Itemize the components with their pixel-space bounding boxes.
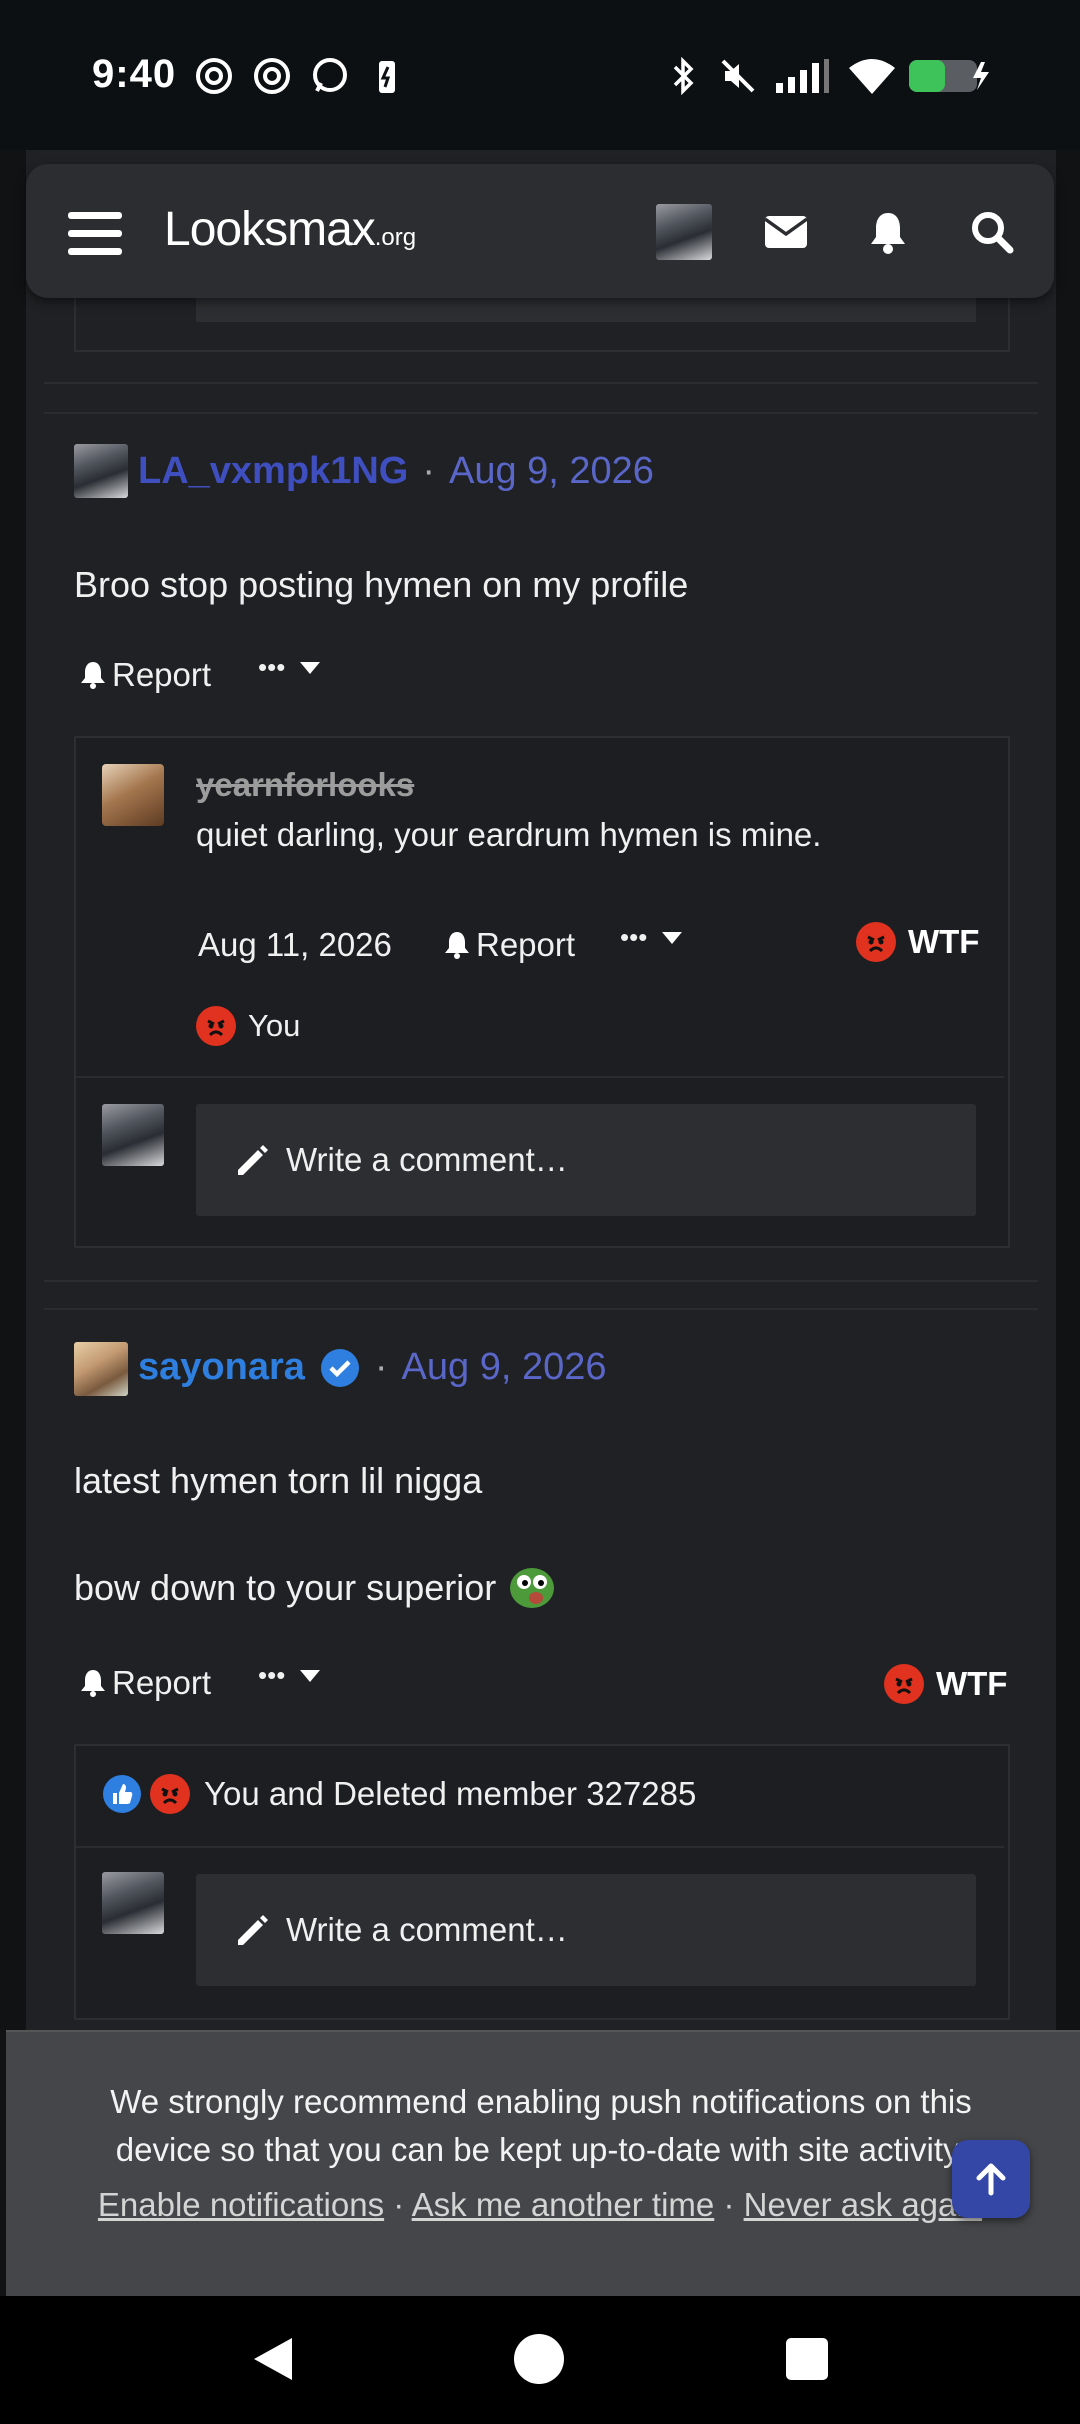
angry-reaction-icon: [856, 922, 896, 962]
previous-post-box: [74, 290, 1010, 352]
recents-icon[interactable]: [786, 2338, 828, 2380]
user-avatar[interactable]: [656, 204, 712, 260]
post-body-line: bow down to your superior: [74, 1566, 556, 1610]
bell-icon[interactable]: [858, 202, 918, 262]
post-body: Broo stop posting hymen on my profile: [74, 564, 689, 605]
report-button[interactable]: Report: [80, 1664, 211, 1702]
threads-icon: [250, 56, 294, 96]
mail-icon[interactable]: [756, 202, 816, 262]
enable-notifications-link[interactable]: Enable notifications: [98, 2186, 384, 2223]
divider: [44, 412, 1038, 414]
search-icon[interactable]: [962, 202, 1022, 262]
more-options-button[interactable]: •••: [258, 1660, 321, 1691]
arrow-up-icon: [976, 2163, 1006, 2196]
commenter-avatar: [102, 1104, 164, 1166]
comment-text: quiet darling, your eardrum hymen is min…: [196, 816, 822, 853]
comment-reaction[interactable]: WTF: [856, 922, 979, 962]
chevron-down-icon: [662, 931, 683, 944]
report-button[interactable]: Report: [80, 656, 211, 694]
divider: [44, 1308, 1038, 1310]
divider: [44, 1280, 1038, 1282]
status-time: 9:40: [92, 52, 177, 96]
write-comment-input[interactable]: Write a comment…: [196, 1104, 976, 1216]
commenter-avatar: [102, 1872, 164, 1934]
post-meta: sayonara · Aug 9, 2026: [138, 1346, 607, 1389]
post-reaction[interactable]: WTF: [884, 1664, 1007, 1704]
home-icon[interactable]: [514, 2334, 564, 2384]
bell-icon: [81, 662, 105, 689]
post-username[interactable]: sayonara: [138, 1346, 305, 1389]
pepe-emoji-icon: [510, 1568, 555, 1608]
chevron-down-icon: [300, 661, 321, 674]
reactions-summary[interactable]: You and Deleted member 327285: [102, 1774, 696, 1814]
pencil-icon: [238, 1915, 268, 1945]
signal-icon: [772, 56, 832, 96]
pencil-icon: [238, 1145, 268, 1175]
banner-message: We strongly recommend enabling push noti…: [110, 2083, 972, 2168]
post-date[interactable]: Aug 9, 2026: [449, 450, 654, 493]
divider: [76, 1076, 1004, 1078]
back-icon[interactable]: [248, 2334, 298, 2384]
comment-reactions-summary[interactable]: You: [196, 1006, 300, 1046]
ask-later-link[interactable]: Ask me another time: [412, 2186, 715, 2223]
comment-avatar[interactable]: [102, 764, 164, 826]
angry-reaction-icon: [884, 1664, 924, 1704]
bluetooth-icon: [664, 56, 704, 96]
post-body-line: latest hymen torn lil nigga: [74, 1460, 483, 1501]
post-date[interactable]: Aug 9, 2026: [402, 1346, 607, 1389]
post-author-avatar[interactable]: [74, 1342, 128, 1396]
menu-icon[interactable]: [68, 212, 122, 256]
post-author-avatar[interactable]: [74, 444, 128, 498]
comment-report-button[interactable]: Report: [444, 926, 575, 964]
angry-reaction-icon: [150, 1774, 190, 1814]
verified-badge-icon: [320, 1348, 359, 1387]
threads-icon: [192, 56, 236, 96]
comment-username[interactable]: yearnforlooks: [196, 766, 414, 804]
battery-icon: [906, 56, 992, 96]
site-logo[interactable]: Looksmax.org: [164, 202, 416, 257]
comment-date[interactable]: Aug 11, 2026: [198, 926, 392, 964]
comment-more-button[interactable]: •••: [620, 922, 683, 953]
never-ask-link[interactable]: Never ask again: [744, 2186, 982, 2223]
post-username[interactable]: LA_vxmpk1NG: [138, 450, 408, 493]
bell-icon: [445, 932, 469, 959]
more-options-button[interactable]: •••: [258, 652, 321, 683]
write-comment-input[interactable]: Write a comment…: [196, 1874, 976, 1986]
whatsapp-icon: [308, 56, 352, 96]
chevron-down-icon: [300, 1669, 321, 1682]
post-meta: LA_vxmpk1NG · Aug 9, 2026: [138, 450, 654, 493]
battery-saver-icon: [372, 56, 402, 96]
like-reaction-icon: [103, 1775, 141, 1813]
bell-icon: [81, 1670, 105, 1697]
scroll-to-top-button[interactable]: [952, 2140, 1030, 2218]
divider: [76, 1846, 1004, 1848]
divider: [44, 382, 1038, 384]
mute-icon: [716, 56, 760, 96]
wifi-icon: [844, 56, 900, 96]
angry-reaction-icon: [196, 1006, 236, 1046]
banner-actions: Enable notifications · Ask me another ti…: [97, 2186, 983, 2223]
